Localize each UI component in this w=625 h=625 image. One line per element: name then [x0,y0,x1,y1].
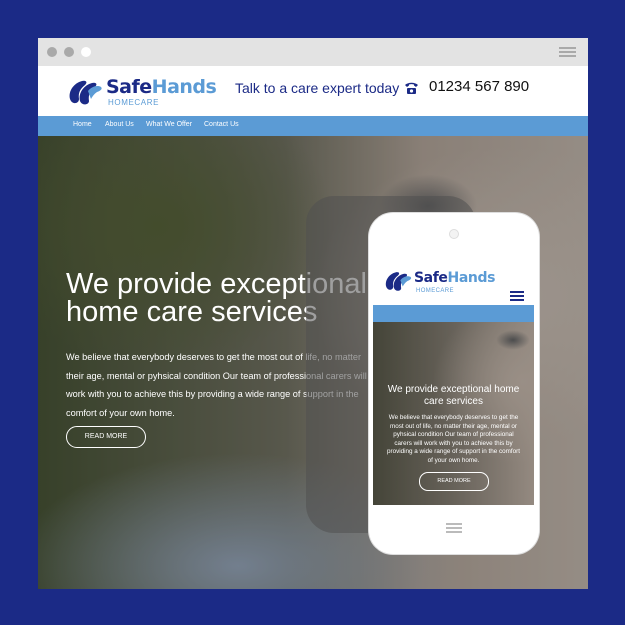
hands-logo-icon [69,80,102,105]
nav-item-about-us[interactable]: About Us [105,121,134,128]
brand-name-safe: Safe [106,76,152,98]
mobile-read-more-button[interactable]: READ MORE [419,472,489,491]
hamburger-icon[interactable] [559,47,576,58]
home-button-icon[interactable] [446,523,462,534]
mobile-screen: SafeHands HOMECARE We provide exceptiona… [373,265,534,505]
camera-icon [449,229,459,239]
close-dot[interactable] [47,47,57,57]
hands-logo-icon [385,272,412,291]
nav-item-home[interactable]: Home [73,121,92,128]
mobile-brand-name: SafeHands [414,270,495,286]
maximize-dot[interactable] [81,47,91,57]
mobile-hero-body: We believe that everybody deserves to ge… [386,414,520,464]
hamburger-icon[interactable] [510,291,524,301]
phone-number[interactable]: 01234 567 890 [429,78,529,95]
telephone-icon [405,82,418,94]
minimize-dot[interactable] [64,47,74,57]
mobile-nav-bar [373,305,534,322]
browser-titlebar [38,38,588,66]
brand-tagline: HOMECARE [108,98,160,107]
mobile-brand-name-hands: Hands [447,270,496,286]
read-more-button[interactable]: READ MORE [66,426,146,448]
mobile-hero: We provide exceptional home care service… [373,322,534,505]
mobile-hero-title: We provide exceptional home care service… [387,384,520,407]
header-cta: Talk to a care expert today [235,80,400,96]
brand-name-hands: Hands [151,76,217,98]
site-header: SafeHands HOMECARE Talk to a care expert… [38,66,588,116]
nav-item-contact-us[interactable]: Contact Us [204,121,239,128]
mobile-device: SafeHands HOMECARE We provide exceptiona… [369,213,539,554]
nav-item-what-we-offer[interactable]: What We Offer [146,121,192,128]
mobile-brand-tagline: HOMECARE [416,288,454,294]
mobile-brand-name-safe: Safe [414,270,448,286]
main-nav: Home About Us What We Offer Contact Us [38,116,588,136]
brand-name: SafeHands [106,76,217,98]
